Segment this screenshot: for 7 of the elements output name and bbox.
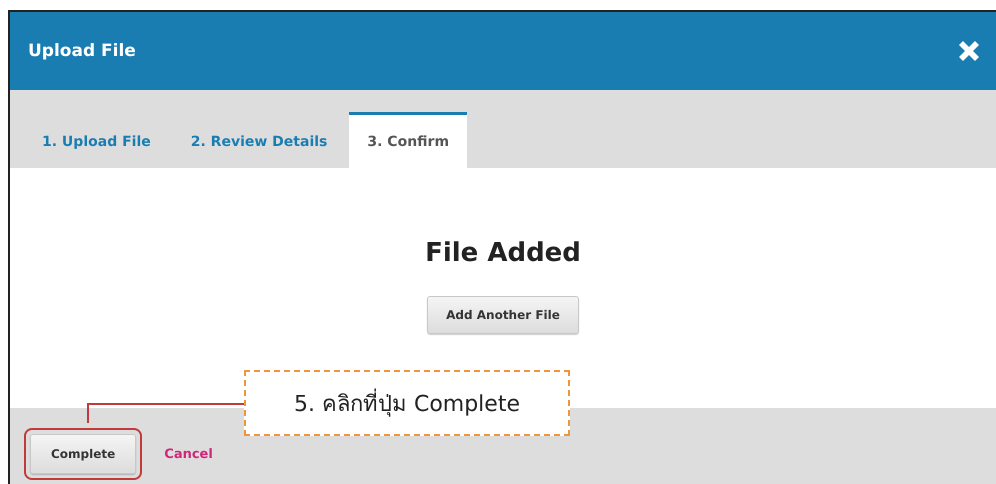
callout: 5. คลิกที่ปุ่ม Complete bbox=[244, 370, 570, 436]
add-another-file-button[interactable]: Add Another File bbox=[427, 296, 579, 334]
tab[interactable]: 3. Confirm bbox=[349, 112, 468, 168]
cancel-link[interactable]: Cancel bbox=[164, 446, 213, 462]
complete-button[interactable]: Complete bbox=[30, 434, 136, 474]
dialog-title: Upload File bbox=[28, 41, 136, 61]
heading: File Added bbox=[425, 238, 581, 268]
